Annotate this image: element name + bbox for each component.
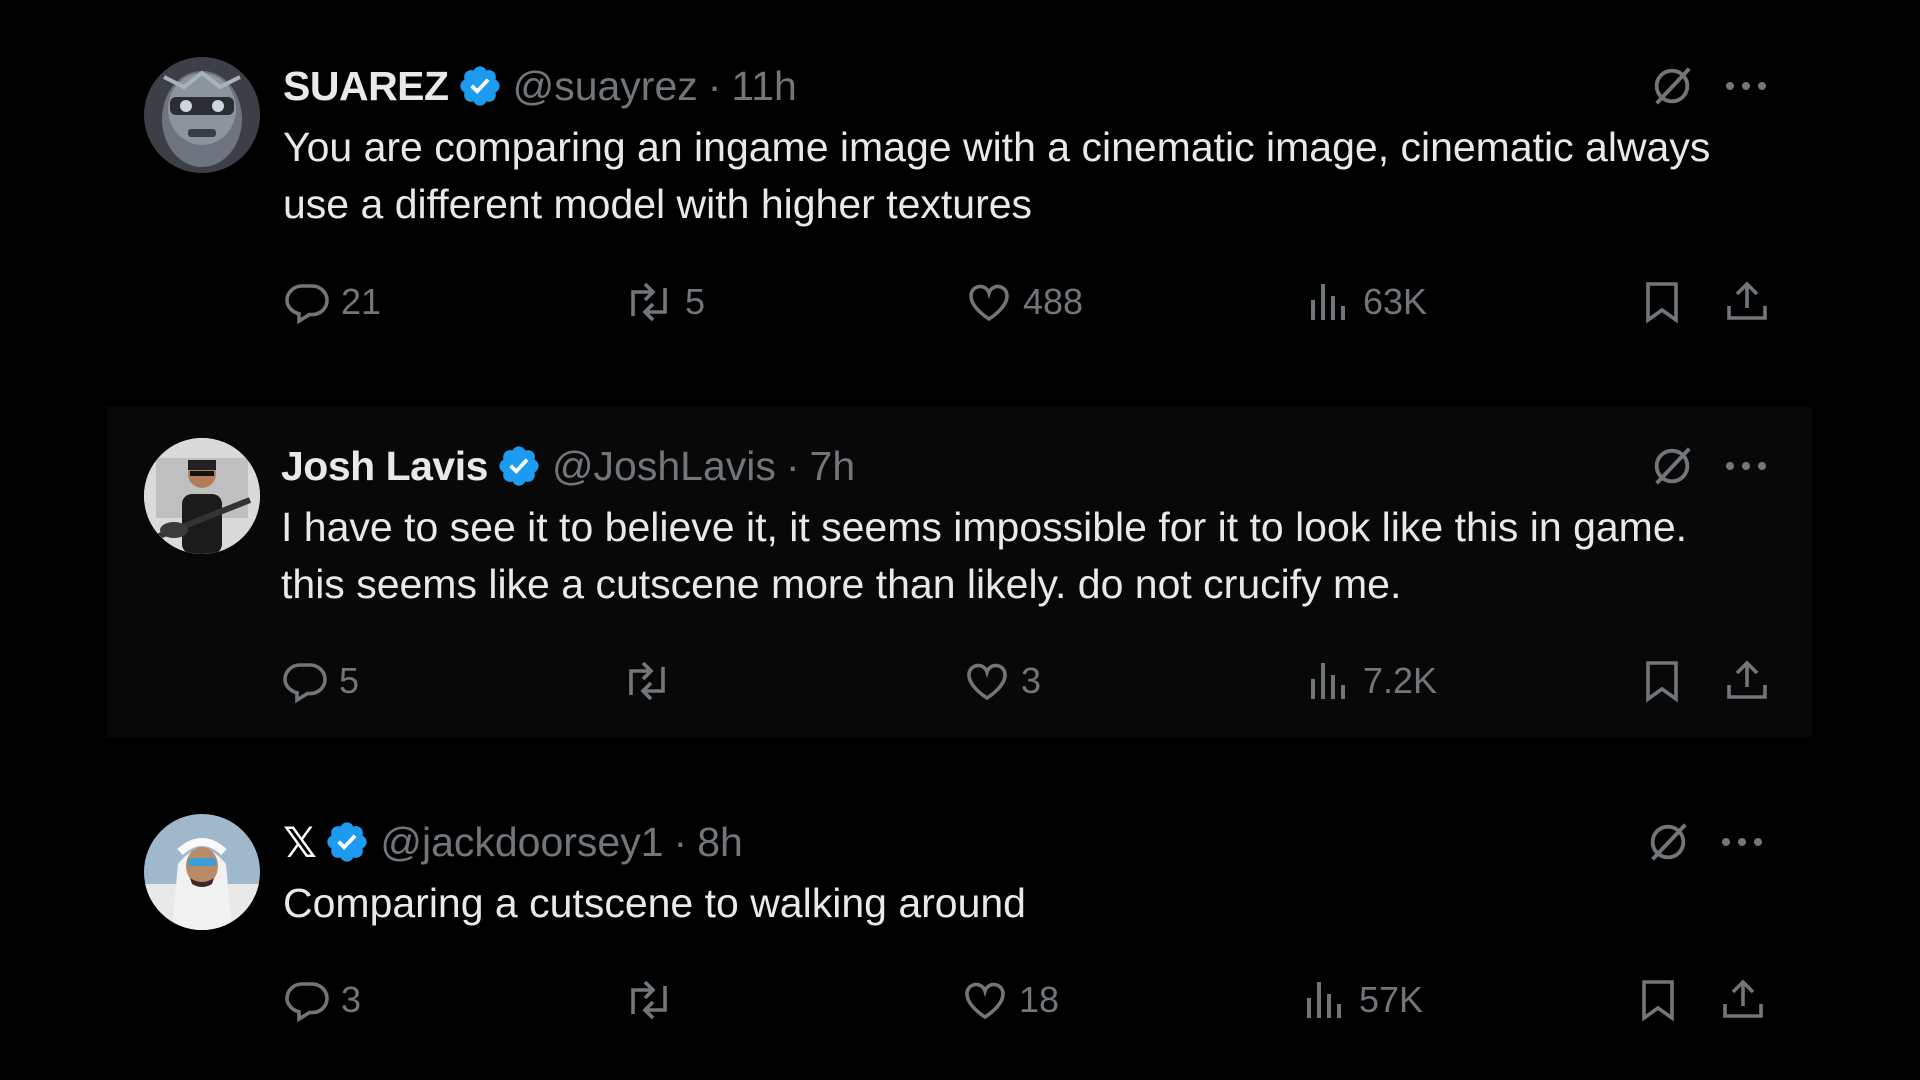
tweet-actions: 21 5 488 63K (283, 272, 1767, 332)
reply-icon (281, 657, 329, 705)
bookmark-icon (1638, 657, 1686, 705)
share-icon (1723, 278, 1771, 326)
share-icon (1719, 976, 1767, 1024)
display-name[interactable]: Josh Lavis (281, 443, 488, 490)
verified-badge-icon (324, 819, 370, 865)
share-icon (1723, 657, 1771, 705)
tweet-header: Josh Lavis @JoshLavis · 7h (281, 441, 855, 491)
repost-button[interactable]: 5 (623, 272, 705, 332)
share-button[interactable] (1719, 970, 1767, 1030)
like-button[interactable]: 18 (961, 970, 1059, 1030)
repost-icon (623, 976, 675, 1024)
like-icon (963, 657, 1011, 705)
views-icon (1305, 278, 1353, 326)
share-button[interactable] (1723, 651, 1771, 711)
reply-count: 3 (341, 979, 362, 1020)
like-count: 3 (1021, 660, 1042, 701)
views-button[interactable]: 57K (1301, 970, 1423, 1030)
bookmark-button[interactable] (1634, 970, 1682, 1030)
bookmark-icon (1638, 278, 1686, 326)
reply-button[interactable]: 21 (283, 272, 381, 332)
timestamp[interactable]: 7h (810, 443, 856, 490)
views-icon (1305, 657, 1353, 705)
tweet-header: 𝕏 @jackdoorsey1 · 8h (283, 817, 743, 867)
more-dots-icon[interactable] (1721, 61, 1771, 111)
user-handle[interactable]: @jackdoorsey1 (380, 819, 663, 866)
tweet-text: Comparing a cutscene to walking around (283, 880, 1026, 926)
avatar[interactable] (144, 814, 260, 930)
more-dots-icon[interactable] (1721, 441, 1771, 491)
separator: · (785, 442, 800, 489)
views-count: 63K (1363, 281, 1428, 322)
tweet-1[interactable]: SUAREZ @suayrez · 11h You are comparing … (107, 40, 1812, 360)
reply-count: 5 (339, 660, 360, 701)
timestamp[interactable]: 8h (697, 819, 743, 866)
repost-icon (623, 278, 675, 326)
reply-button[interactable]: 3 (283, 970, 361, 1030)
tweet-2[interactable]: Josh Lavis @JoshLavis · 7h I have to see… (107, 407, 1812, 737)
tweet-text: I have to see it to believe it, it seems… (281, 504, 1688, 607)
bookmark-icon (1634, 976, 1682, 1024)
display-name[interactable]: SUAREZ (283, 63, 449, 110)
repost-button[interactable] (621, 651, 683, 711)
reply-icon (283, 278, 331, 326)
more-dots-icon[interactable] (1717, 817, 1767, 867)
reply-count: 21 (341, 281, 382, 322)
repost-icon (621, 657, 673, 705)
like-count: 488 (1023, 281, 1084, 322)
views-count: 57K (1359, 979, 1424, 1020)
user-handle[interactable]: @suayrez (513, 63, 698, 110)
separator: · (673, 818, 688, 865)
grok-slash-icon[interactable] (1643, 817, 1693, 867)
views-button[interactable]: 63K (1305, 272, 1427, 332)
verified-badge-icon (496, 443, 542, 489)
bookmark-button[interactable] (1638, 651, 1686, 711)
tweet-3[interactable]: 𝕏 @jackdoorsey1 · 8h Comparing a cutscen… (107, 790, 1812, 1080)
reply-icon (283, 976, 331, 1024)
display-name[interactable]: 𝕏 (283, 818, 317, 867)
tweet-text: You are comparing an ingame image with a… (283, 124, 1711, 227)
like-count: 18 (1019, 979, 1060, 1020)
tweet-actions: 5 3 7.2K (281, 651, 1767, 711)
views-icon (1301, 976, 1349, 1024)
like-button[interactable]: 488 (965, 272, 1083, 332)
user-handle[interactable]: @JoshLavis (552, 443, 776, 490)
like-icon (965, 278, 1013, 326)
views-button[interactable]: 7.2K (1305, 651, 1437, 711)
tweet-actions: 3 18 57K (283, 970, 1763, 1030)
separator: · (707, 62, 722, 109)
like-icon (961, 976, 1009, 1024)
bookmark-button[interactable] (1638, 272, 1686, 332)
share-button[interactable] (1723, 272, 1771, 332)
grok-slash-icon[interactable] (1647, 441, 1697, 491)
timestamp[interactable]: 11h (731, 63, 796, 110)
repost-count: 5 (685, 281, 706, 322)
reply-button[interactable]: 5 (281, 651, 359, 711)
verified-badge-icon (457, 63, 503, 109)
tweet-header: SUAREZ @suayrez · 11h (283, 61, 797, 111)
views-count: 7.2K (1363, 660, 1438, 701)
repost-button[interactable] (623, 970, 685, 1030)
like-button[interactable]: 3 (963, 651, 1041, 711)
grok-slash-icon[interactable] (1647, 61, 1697, 111)
avatar[interactable] (144, 438, 260, 554)
avatar[interactable] (144, 57, 260, 173)
